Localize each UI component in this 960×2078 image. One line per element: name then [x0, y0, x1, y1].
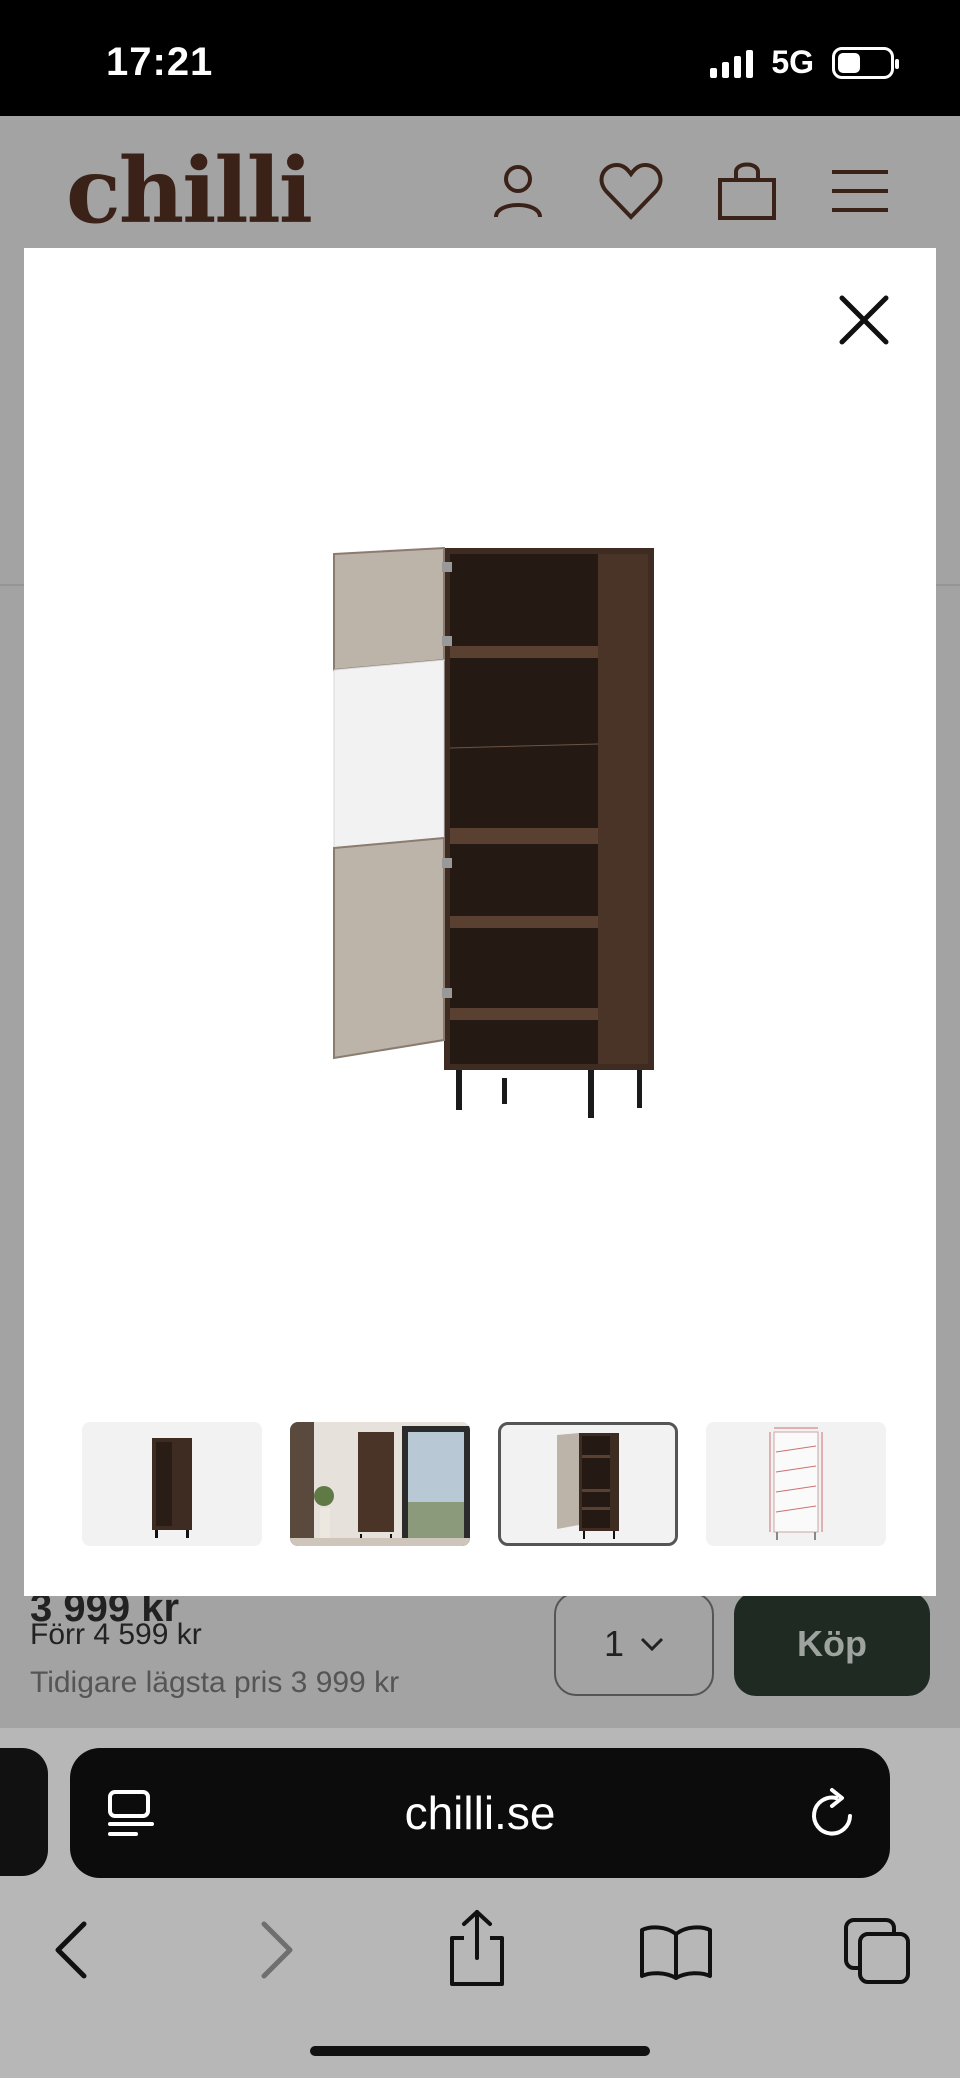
- previous-tab-preview[interactable]: [0, 1748, 48, 1876]
- account-icon[interactable]: [490, 161, 546, 221]
- status-time: 17:21: [106, 40, 214, 84]
- thumbnail-1[interactable]: [82, 1422, 262, 1546]
- thumbnail-3[interactable]: [498, 1422, 678, 1546]
- battery-icon: [832, 46, 899, 79]
- price-lowest: Tidigare lägsta pris 3 999 kr: [30, 1666, 400, 1699]
- thumbnail-4[interactable]: [706, 1422, 886, 1546]
- main-product-image: [333, 546, 654, 1118]
- reload-icon[interactable]: [806, 1786, 860, 1842]
- menu-icon[interactable]: [830, 166, 890, 216]
- network-label: 5G: [771, 44, 814, 80]
- status-indicators: 5G: [710, 44, 899, 81]
- image-gallery-modal: [24, 248, 936, 1596]
- share-icon[interactable]: [446, 1908, 508, 1988]
- back-icon[interactable]: [50, 1918, 90, 1982]
- site-header: chilli: [0, 116, 960, 248]
- price-previous: Förr 4 599 kr: [30, 1618, 202, 1651]
- url-text: chilli.se: [404, 1787, 556, 1839]
- address-bar[interactable]: chilli.se: [70, 1748, 890, 1878]
- tabs-icon[interactable]: [842, 1916, 914, 1986]
- buy-button[interactable]: Köp: [734, 1592, 930, 1696]
- bag-icon[interactable]: [716, 160, 778, 222]
- bookmarks-icon[interactable]: [638, 1922, 714, 1982]
- close-icon[interactable]: [834, 290, 894, 350]
- chevron-down-icon: [640, 1637, 664, 1651]
- quantity-select[interactable]: 1: [554, 1592, 714, 1696]
- forward-icon[interactable]: [258, 1918, 298, 1982]
- browser-toolbar: [0, 1900, 960, 2000]
- header-icons: [490, 160, 890, 222]
- browser-bottom-bar: chilli.se: [0, 1728, 960, 2078]
- site-logo[interactable]: chilli: [66, 138, 313, 244]
- signal-icon: [710, 48, 754, 78]
- heart-icon[interactable]: [598, 161, 664, 221]
- thumbnail-strip: [82, 1422, 886, 1546]
- quantity-value: 1: [603, 1623, 625, 1664]
- status-bar: 17:21 5G: [0, 0, 960, 116]
- home-indicator: [310, 2046, 650, 2056]
- thumbnail-2[interactable]: [290, 1422, 470, 1546]
